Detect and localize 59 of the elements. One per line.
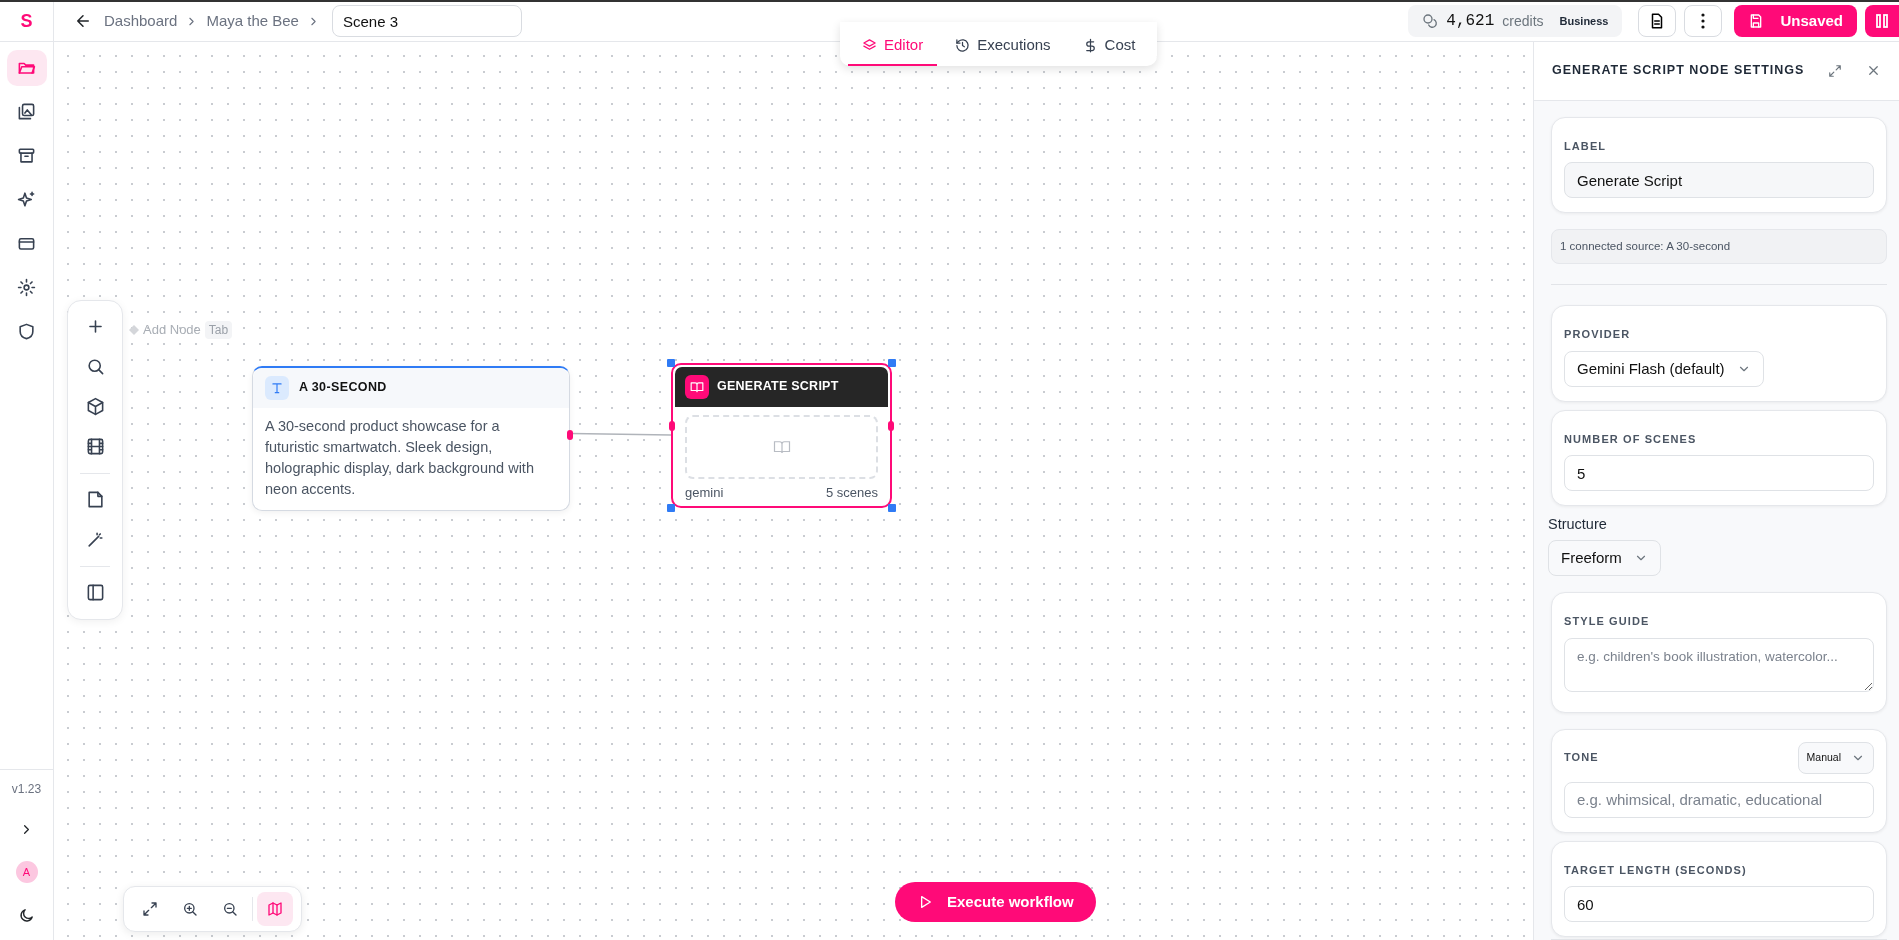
structure-select[interactable]: Freeform	[1548, 540, 1661, 576]
tab[interactable]: Cost	[1068, 25, 1150, 67]
panel-title: GENERATE SCRIPT NODE SETTINGS	[1552, 62, 1805, 80]
output-handle[interactable]	[888, 420, 894, 431]
source-note: 1 connected source: A 30-second	[1551, 229, 1887, 265]
field-label: TARGET LENGTH (SECONDS)	[1564, 862, 1747, 878]
app-logo[interactable]: S	[20, 7, 33, 35]
text-node-card[interactable]: A 30-SECOND A 30-second product showcase for a futuristic smartwatch. Sleek design, holographic display, dark background with neon accents.	[252, 365, 570, 511]
moon-icon[interactable]	[18, 907, 35, 924]
credits-label: credits	[1502, 11, 1544, 31]
input-field[interactable]: e.g. whimsical, dramatic, educational	[1564, 781, 1874, 818]
diamond-icon	[129, 324, 139, 335]
expand-icon[interactable]	[1828, 63, 1842, 78]
breadcrumb-link[interactable]: Dashboard	[104, 10, 178, 33]
resize-handle[interactable]	[888, 504, 896, 513]
input-field[interactable]: 5	[1564, 455, 1874, 492]
breadcrumb-link[interactable]: Maya the Bee	[206, 10, 299, 33]
field-label: PROVIDER	[1564, 327, 1631, 343]
text-type-icon	[265, 375, 289, 400]
save-button[interactable]: Unsaved	[1734, 5, 1857, 38]
more-icon[interactable]	[1684, 5, 1723, 38]
pause-icon	[1876, 14, 1888, 29]
coins-icon	[1422, 13, 1439, 30]
node-title: A 30-SECOND	[299, 379, 387, 397]
structure-label: Structure	[1548, 515, 1608, 535]
field-label: NUMBER OF SCENES	[1564, 431, 1697, 447]
shortcut-hint: Tab	[204, 320, 233, 339]
field-label: TONE	[1564, 750, 1599, 766]
document-icon[interactable]	[1638, 5, 1677, 38]
node-title: GENERATE SCRIPT	[717, 378, 839, 396]
book-icon	[685, 374, 709, 399]
version-label: v1.23	[11, 781, 42, 798]
output-handle[interactable]	[567, 429, 573, 440]
input-field[interactable]: Generate Script	[1564, 162, 1874, 198]
field-label: STYLE GUIDE	[1564, 614, 1650, 629]
input-handle[interactable]	[669, 420, 675, 431]
scene-count: 5 scenes	[825, 483, 878, 502]
history-icon	[955, 37, 971, 53]
provider-select[interactable]: Gemini Flash (default)	[1564, 350, 1764, 387]
credits-count: 4,621	[1446, 11, 1495, 33]
tab[interactable]: Editor	[848, 25, 938, 67]
style-guide-field[interactable]: e.g. children's book illustration, watercolor...	[1564, 637, 1874, 692]
layers-icon	[862, 37, 877, 53]
node-text: A 30-second product showcase for a futuristic smartwatch. Sleek design, holographic display, dark background with neon accents.	[264, 416, 535, 499]
input-field[interactable]: 60	[1564, 886, 1874, 922]
provider-label: gemini	[685, 483, 724, 502]
resize-handle[interactable]	[888, 358, 896, 367]
map-icon[interactable]	[257, 891, 293, 926]
field-label: LABEL	[1564, 138, 1607, 154]
add-node-hint: Add Node	[143, 320, 201, 339]
pause-button[interactable]	[1865, 5, 1899, 38]
folder-icon[interactable]	[6, 49, 47, 86]
tab[interactable]: Executions	[941, 25, 1065, 67]
resize-handle[interactable]	[667, 358, 675, 367]
plan-label: Business	[1559, 14, 1609, 30]
scene-name-field[interactable]: Scene 3	[331, 5, 522, 38]
tone-mode-select[interactable]: Manual	[1797, 741, 1874, 774]
resize-handle[interactable]	[667, 504, 675, 513]
execute-button[interactable]: Execute workflow	[895, 881, 1096, 922]
